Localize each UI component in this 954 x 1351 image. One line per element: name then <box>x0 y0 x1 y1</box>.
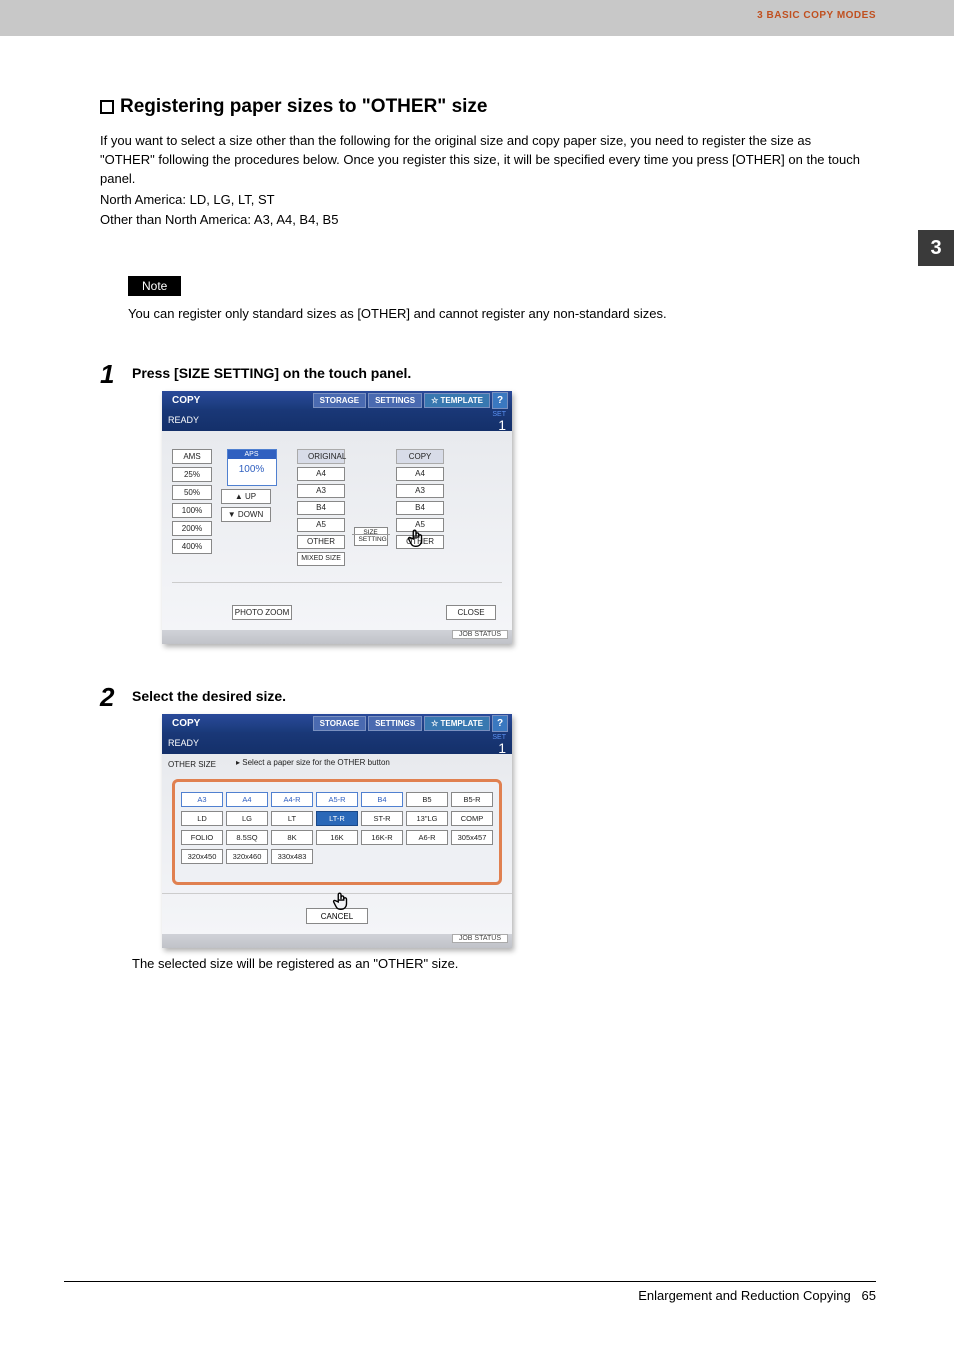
copy-label: COPY <box>396 449 444 464</box>
step2-title: Select the desired size. <box>132 688 860 704</box>
note-label: Note <box>128 276 181 296</box>
help-button[interactable]: ? <box>492 392 508 409</box>
header-section: 3 BASIC COPY MODES <box>757 10 876 21</box>
size-option[interactable]: A4-R <box>271 792 313 807</box>
orig-a5[interactable]: A5 <box>297 518 345 532</box>
help-button[interactable]: ? <box>492 715 508 732</box>
size-option[interactable]: B5 <box>406 792 448 807</box>
page-footer: Enlargement and Reduction Copying 65 <box>64 1281 876 1303</box>
aps-display[interactable]: APS 100% <box>227 449 277 486</box>
zoom-down-button[interactable]: ▼ DOWN <box>221 507 271 522</box>
intro-p3: Other than North America: A3, A4, B4, B5 <box>100 211 860 230</box>
job-status-button[interactable]: JOB STATUS <box>452 934 508 943</box>
size-option[interactable]: B4 <box>361 792 403 807</box>
storage-button[interactable]: STORAGE <box>313 393 366 408</box>
step2-note: The selected size will be registered as … <box>132 956 860 971</box>
screenshot-panel-2: COPY STORAGE SETTINGS ☆ TEMPLATE ? READY… <box>162 714 512 948</box>
zoom-ams[interactable]: AMS <box>172 449 212 464</box>
settings-button[interactable]: SETTINGS <box>368 393 422 408</box>
size-option[interactable]: LT <box>271 811 313 826</box>
size-option[interactable]: 330x483 <box>271 849 313 864</box>
close-button[interactable]: CLOSE <box>446 605 496 620</box>
storage-button[interactable]: STORAGE <box>313 716 366 731</box>
original-label: ORIGINAL <box>297 449 345 464</box>
size-option[interactable]: A3 <box>181 792 223 807</box>
template-button[interactable]: ☆ TEMPLATE <box>424 716 490 731</box>
other-size-label: OTHER SIZE <box>162 754 216 771</box>
size-option[interactable]: A5-R <box>316 792 358 807</box>
size-option[interactable]: ST-R <box>361 811 403 826</box>
size-option[interactable]: 8.5SQ <box>226 830 268 845</box>
size-option[interactable]: 320x450 <box>181 849 223 864</box>
size-option[interactable]: B5-R <box>451 792 493 807</box>
size-option[interactable]: 320x460 <box>226 849 268 864</box>
step1-title: Press [SIZE SETTING] on the touch panel. <box>132 365 860 381</box>
status-text: READY <box>168 415 199 425</box>
size-setting-button[interactable]: SIZE SETTING <box>354 527 388 546</box>
size-option[interactable]: 16K <box>316 830 358 845</box>
size-option[interactable]: LD <box>181 811 223 826</box>
size-option[interactable]: 8K <box>271 830 313 845</box>
chapter-tab: 3 <box>918 230 954 266</box>
zoom-400[interactable]: 400% <box>172 539 212 554</box>
size-option[interactable]: 305x457 <box>451 830 493 845</box>
step1-number: 1 <box>100 359 132 390</box>
app-title: COPY <box>172 395 200 406</box>
size-option[interactable]: A4 <box>226 792 268 807</box>
app-title: COPY <box>172 718 200 729</box>
copy-other[interactable]: OTHER <box>396 535 444 549</box>
size-option[interactable]: A6-R <box>406 830 448 845</box>
settings-button[interactable]: SETTINGS <box>368 716 422 731</box>
size-grid: A3A4A4-RA5-RB4B5B5-R LDLGLTLT-RST-R13"LGC… <box>172 779 502 885</box>
orig-a4[interactable]: A4 <box>297 467 345 481</box>
note-text: You can register only standard sizes as … <box>128 306 860 321</box>
copy-b4[interactable]: B4 <box>396 501 444 515</box>
size-option[interactable]: FOLIO <box>181 830 223 845</box>
copy-a5[interactable]: A5 <box>396 518 444 532</box>
zoom-100[interactable]: 100% <box>172 503 212 518</box>
orig-a3[interactable]: A3 <box>297 484 345 498</box>
zoom-50[interactable]: 50% <box>172 485 212 500</box>
cancel-button[interactable]: CANCEL <box>306 908 368 924</box>
intro-p1: If you want to select a size other than … <box>100 132 860 189</box>
template-button[interactable]: ☆ TEMPLATE <box>424 393 490 408</box>
screenshot-panel-1: COPY STORAGE SETTINGS ☆ TEMPLATE ? READY… <box>162 391 512 644</box>
zoom-preset-column: AMS 25% 50% 100% 200% 400% <box>172 449 212 557</box>
bookmark-icon <box>100 100 114 114</box>
size-option[interactable]: COMP <box>451 811 493 826</box>
mixed-size-button[interactable]: MIXED SIZE <box>297 552 345 566</box>
other-size-instruction: ▸ Select a paper size for the OTHER butt… <box>236 758 390 767</box>
copy-a3[interactable]: A3 <box>396 484 444 498</box>
size-option[interactable]: 13"LG <box>406 811 448 826</box>
size-option[interactable]: LT-R <box>316 811 358 826</box>
section-heading: Registering paper sizes to "OTHER" size <box>100 96 860 118</box>
step2-number: 2 <box>100 682 132 713</box>
intro-p2: North America: LD, LG, LT, ST <box>100 191 860 210</box>
status-text: READY <box>168 738 199 748</box>
copy-a4[interactable]: A4 <box>396 467 444 481</box>
orig-b4[interactable]: B4 <box>297 501 345 515</box>
size-option[interactable]: LG <box>226 811 268 826</box>
job-status-button[interactable]: JOB STATUS <box>452 630 508 639</box>
zoom-25[interactable]: 25% <box>172 467 212 482</box>
orig-other[interactable]: OTHER <box>297 535 345 549</box>
size-option[interactable]: 16K-R <box>361 830 403 845</box>
photo-zoom-button[interactable]: PHOTO ZOOM <box>232 605 292 620</box>
zoom-200[interactable]: 200% <box>172 521 212 536</box>
zoom-up-button[interactable]: ▲ UP <box>221 489 271 504</box>
